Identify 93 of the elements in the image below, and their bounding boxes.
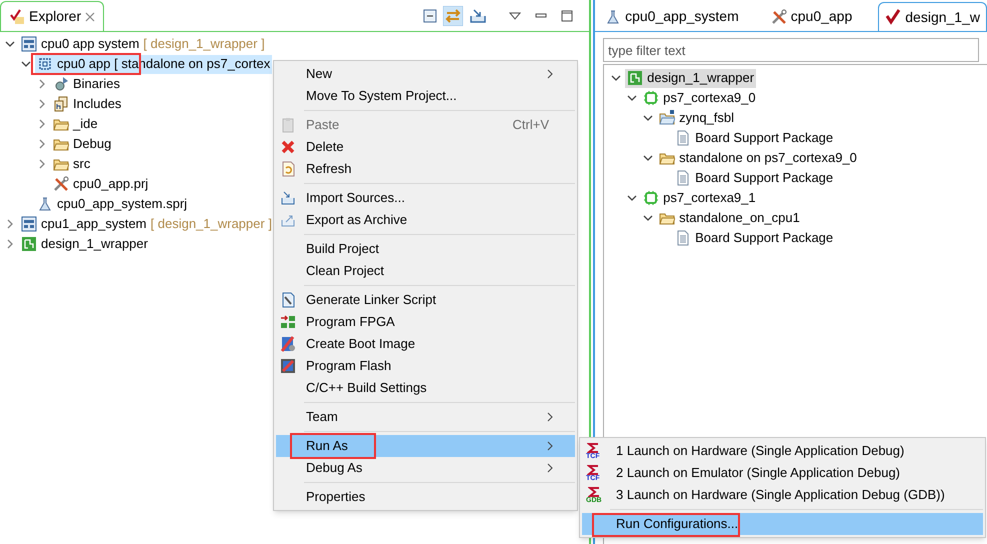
processor-icon	[643, 90, 660, 106]
tree-item[interactable]: design_1_wrapper	[625, 68, 756, 88]
menu-item[interactable]: Team	[276, 406, 575, 428]
document-icon	[675, 170, 692, 186]
minimize-icon[interactable]	[535, 13, 548, 19]
maximize-icon[interactable]	[561, 10, 574, 22]
flash-card-icon	[280, 358, 296, 374]
filter-field[interactable]: type filter text	[603, 38, 979, 62]
expand-chevron-icon[interactable]	[643, 113, 654, 123]
program-fpga-icon	[280, 314, 296, 330]
folder-icon	[659, 110, 676, 126]
menu-item[interactable]: Build Project	[276, 238, 575, 260]
menu-item[interactable]: Run Configurations...	[582, 513, 983, 535]
hardware-board-icon	[627, 70, 644, 86]
menu-item[interactable]: Create Boot Image	[276, 333, 575, 355]
menu-item[interactable]: Program FPGA	[276, 311, 575, 333]
chip-icon	[37, 56, 53, 72]
tree-item[interactable]: Board Support Package	[673, 168, 836, 188]
collapse-chevron-icon[interactable]	[5, 239, 15, 249]
menu-item[interactable]: Refresh	[276, 158, 575, 180]
layout-icon	[21, 36, 37, 52]
menu-item[interactable]: Generate Linker Script	[276, 289, 575, 311]
close-icon[interactable]	[85, 12, 96, 22]
linker-script-icon	[280, 292, 296, 308]
tree-item[interactable]: cpu0 app system [ design_1_wrapper ]	[19, 34, 267, 54]
collapse-chevron-icon[interactable]	[37, 159, 47, 169]
menu-item[interactable]: Properties	[276, 486, 575, 508]
tree-item[interactable]: _ide	[51, 114, 100, 134]
menu-item[interactable]: Program Flash	[276, 355, 575, 377]
tree-item[interactable]: ps7_cortexa9_0	[641, 88, 758, 108]
menu-item[interactable]: Debug As	[276, 457, 575, 479]
sigma-icon	[586, 464, 599, 474]
editor-tab[interactable]: cpu0_app_system	[599, 2, 745, 31]
hardware-board-icon	[21, 236, 37, 252]
expand-chevron-icon[interactable]	[611, 73, 622, 83]
tree-item[interactable]: cpu1_app_system [ design_1_wrapper ]	[19, 214, 274, 234]
expand-chevron-icon[interactable]	[5, 39, 15, 49]
collapse-chevron-icon[interactable]	[37, 99, 47, 109]
menu-item[interactable]: Delete	[276, 136, 575, 158]
collapse-chevron-icon[interactable]	[37, 119, 47, 129]
tree-item[interactable]: cpu0_app_system.sprj	[35, 194, 190, 214]
tree-item[interactable]: Board Support Package	[673, 128, 836, 148]
menu-item[interactable]: Run As	[276, 435, 575, 457]
tree-item[interactable]: Board Support Package	[673, 228, 836, 248]
delete-icon	[280, 139, 296, 155]
wrench-screwdriver-icon	[53, 176, 69, 192]
collapse-all-icon[interactable]	[423, 9, 438, 23]
tree-item[interactable]: design_1_wrapper	[19, 234, 150, 254]
expand-chevron-icon[interactable]	[627, 93, 638, 103]
collapse-chevron-icon[interactable]	[37, 79, 47, 89]
sigma-icon	[588, 486, 600, 496]
expand-chevron-icon[interactable]	[627, 193, 638, 203]
processor-icon	[643, 190, 660, 206]
tree-item[interactable]: src	[51, 154, 92, 174]
document-icon	[675, 230, 692, 246]
tree-item[interactable]: standalone_on_cpu1	[657, 208, 802, 228]
clipboard-icon	[280, 117, 296, 133]
collapse-chevron-icon[interactable]	[5, 219, 15, 229]
menu-item[interactable]: Export as Archive	[276, 209, 575, 231]
checkmark-folder-icon	[9, 8, 25, 24]
collapse-chevron-icon[interactable]	[37, 139, 47, 149]
explorer-tab[interactable]: Explorer	[0, 1, 104, 31]
expand-chevron-icon[interactable]	[643, 213, 654, 223]
menu-item[interactable]: Import Sources...	[276, 187, 575, 209]
tree-item[interactable]: cpu0_app.prj	[51, 174, 150, 194]
menu-item[interactable]: Move To System Project...	[276, 85, 575, 107]
expand-chevron-icon[interactable]	[643, 153, 654, 163]
tree-item[interactable]: Debug	[51, 134, 114, 154]
view-menu-icon[interactable]	[509, 12, 522, 20]
boot-image-icon	[280, 336, 296, 352]
link-arrows-icon[interactable]	[443, 6, 464, 26]
editor-tab[interactable]: design_1_w	[878, 2, 987, 31]
tree-item[interactable]: Includes	[51, 94, 124, 114]
menu-item[interactable]: New	[276, 63, 575, 85]
flask-icon	[605, 8, 622, 24]
menu-item[interactable]: Clean Project	[276, 260, 575, 282]
tree-item[interactable]: ps7_cortexa9_1	[641, 188, 758, 208]
expand-chevron-icon[interactable]	[21, 59, 31, 69]
header-files-icon	[53, 96, 69, 112]
checkmark-icon	[885, 9, 902, 25]
import-tray-icon	[280, 190, 296, 206]
tree-item[interactable]: standalone on ps7_cortexa9_0	[657, 148, 859, 168]
wrench-screwdriver-icon	[770, 8, 787, 24]
sigma-icon	[586, 442, 599, 452]
layout-icon	[21, 216, 37, 232]
tree-item[interactable]: zynq_fsbl	[657, 108, 736, 128]
menu-item[interactable]: C/C++ Build Settings	[276, 377, 575, 399]
import-tray-icon[interactable]	[469, 8, 488, 24]
editor-tab[interactable]: cpu0_app	[764, 2, 858, 31]
tree-item[interactable]: Binaries	[51, 74, 122, 94]
refresh-icon	[280, 161, 296, 177]
document-icon	[675, 130, 692, 146]
flask-icon	[37, 196, 53, 212]
